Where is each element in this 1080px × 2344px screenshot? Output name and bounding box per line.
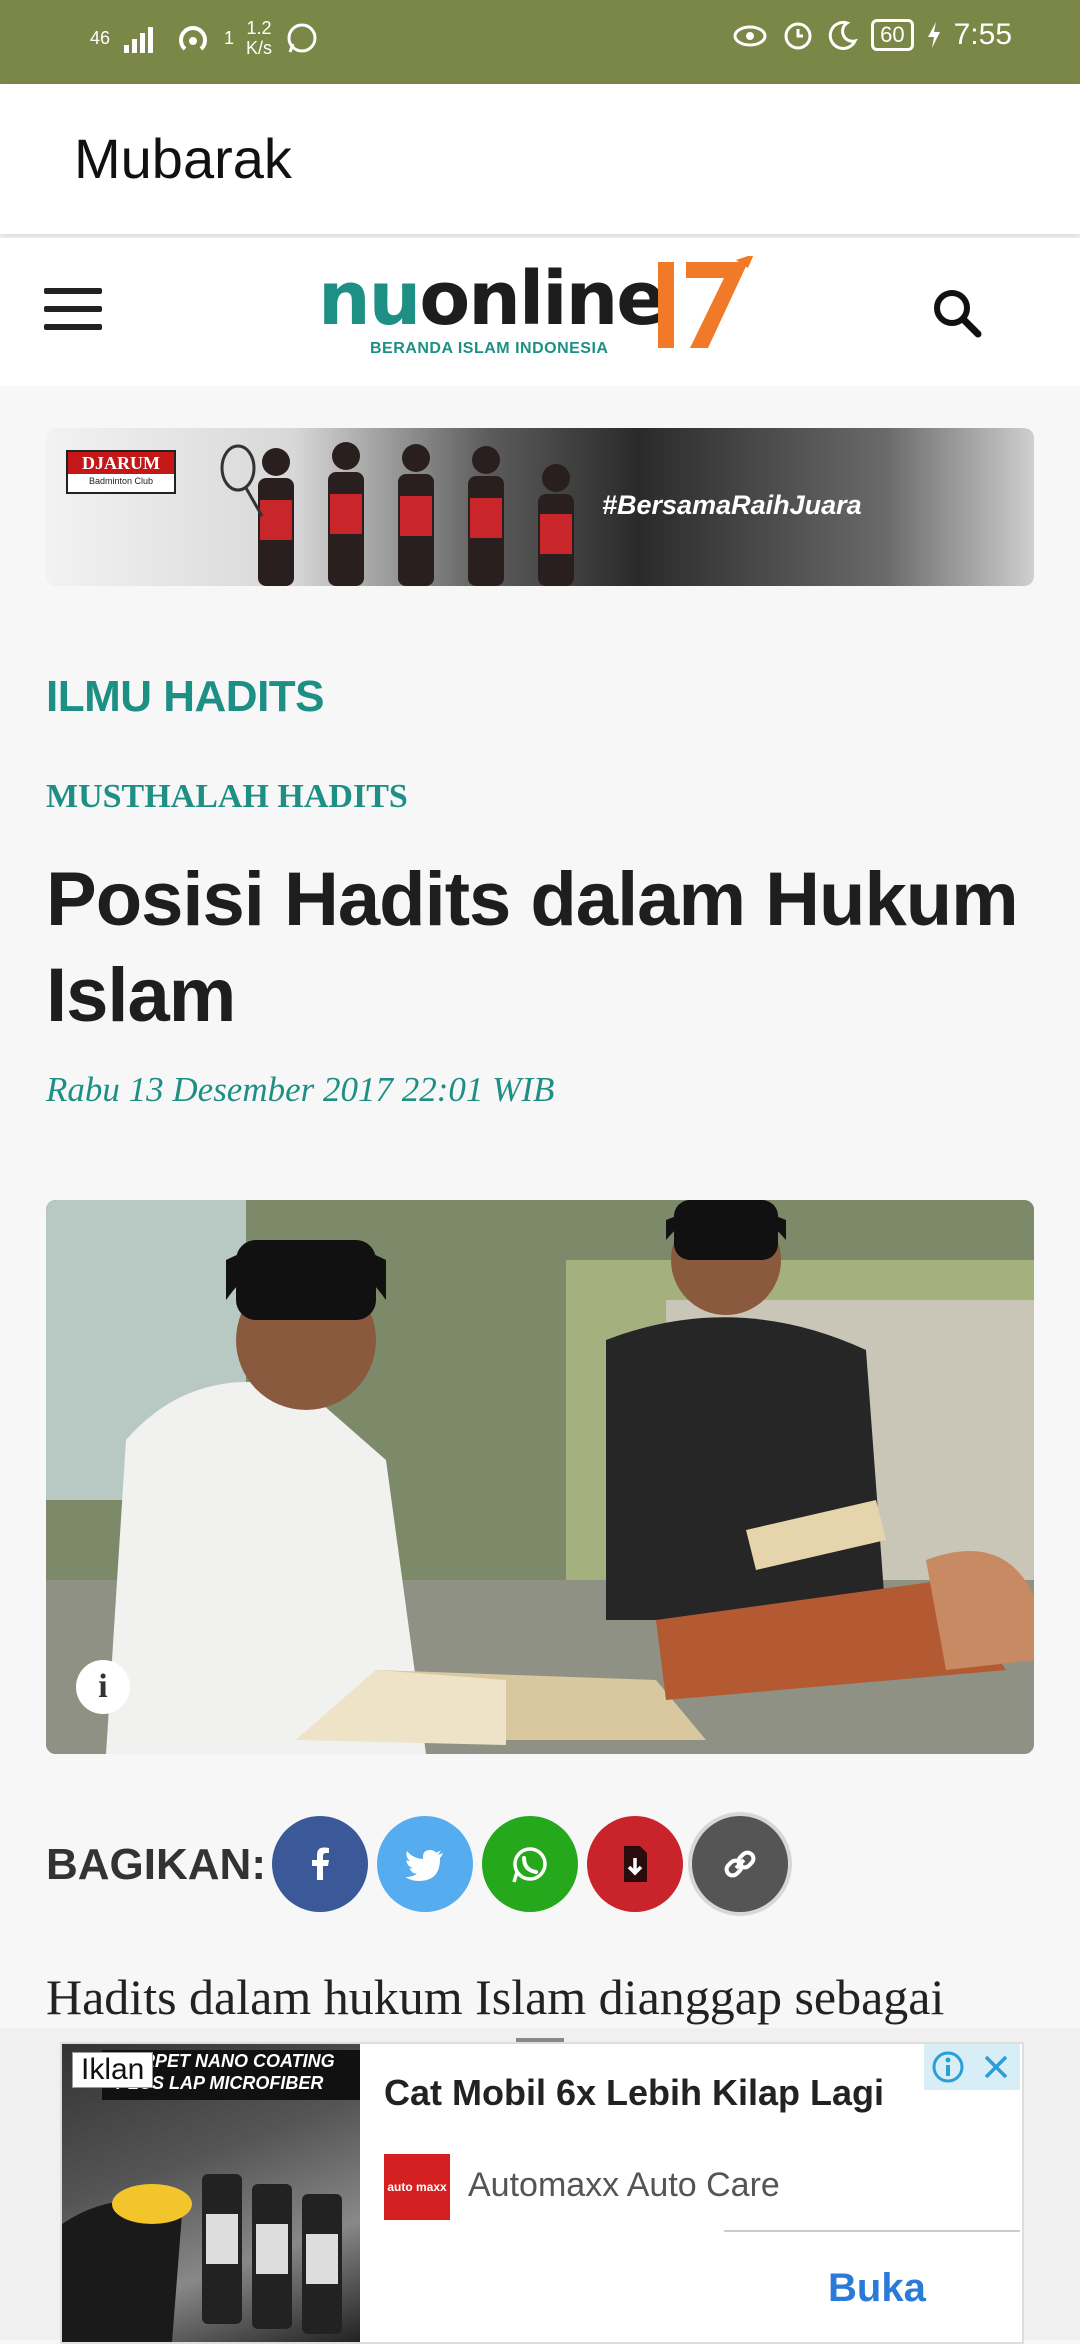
pdf-download-icon [624,1846,647,1882]
santri-writing-photo [46,1200,1034,1754]
eye-comfort-icon [733,25,767,47]
clock: 7:55 [953,18,1012,51]
twitter-icon [405,1850,443,1881]
menu-bar-icon [44,288,102,294]
share-whatsapp-button[interactable] [482,1816,578,1912]
whatsapp-notification-icon [287,23,317,53]
charging-icon [927,22,940,48]
share-facebook-button[interactable] [272,1816,368,1912]
article-category[interactable]: ILMU HADITS [46,672,325,722]
anniversary-17-logo: 17 [658,256,754,348]
banner-hashtag: #BersamaRaihJuara [602,490,862,520]
sponsor-banner[interactable]: DJARUM Badminton Club #BersamaRaihJuara [46,428,1034,586]
ad-brand-logo: auto maxx [384,2154,450,2220]
speed-value: 1.2 [246,18,272,38]
share-twitter-button[interactable] [377,1816,473,1912]
badminton-players-image [220,442,574,586]
article-subcategory[interactable]: MUSTHALAH HADITS [46,778,408,816]
logo-online: online [419,256,666,342]
article-headline: Posisi Hadits dalam Hukum Islam [46,857,1019,1038]
logo-tagline: BERANDA ISLAM INDONESIA [370,340,609,357]
status-bar: 46 1 1.2 K/s 60 7:55 [0,0,1080,84]
sponsor-name: DJARUM [68,452,174,474]
article-body-first-line: Hadits dalam hukum Islam dianggap sebaga… [46,1969,945,2025]
do-not-disturb-moon-icon [828,20,858,50]
search-icon[interactable] [930,286,984,340]
article-photo[interactable]: i [46,1200,1034,1754]
signal-icon [124,27,154,53]
ad-close-icon[interactable] [972,2044,1020,2090]
share-label: BAGIKAN: [46,1840,266,1889]
whatsapp-icon [512,1847,547,1883]
logo-wordmark: nuonline [318,256,667,342]
sponsor-sub: Badminton Club [88,476,154,486]
ad-label: Iklan [72,2052,154,2088]
facebook-icon [312,1847,329,1880]
hotspot-icon [179,26,207,51]
share-pdf-button[interactable] [587,1816,683,1912]
spray-bottles-image [62,2174,342,2342]
alarm-icon [784,22,812,50]
ad-product-image: CARPET NANO COATING PLUS LAP MICROFIBER I… [62,2044,360,2342]
app-title: Mubarak [74,127,292,190]
status-left: 46 1 1.2 K/s [90,18,320,58]
battery-indicator: 60 [871,19,914,51]
ad-brand-name[interactable]: Automaxx Auto Care [468,2166,780,2205]
bottom-ad-card[interactable]: CARPET NANO COATING PLUS LAP MICROFIBER I… [60,2042,1024,2344]
article-date: Rabu 13 Desember 2017 22:01 WIB [46,1070,555,1109]
photo-info-icon[interactable]: i [76,1660,130,1714]
djarum-logo: DJARUM Badminton Club [66,450,176,494]
link-icon [724,1850,756,1878]
ad-open-button[interactable]: Buka [828,2266,926,2311]
status-right: 60 7:55 [731,18,1012,52]
nu-online-logo[interactable]: nuonline BERANDA ISLAM INDONESIA 17 [318,256,768,366]
share-link-button[interactable] [692,1816,788,1912]
hamburger-menu-button[interactable] [44,288,102,330]
site-header: nuonline BERANDA ISLAM INDONESIA 17 [0,238,1080,386]
network-label: 46 [90,28,111,48]
menu-bar-icon [44,324,102,330]
ad-headline[interactable]: Cat Mobil 6x Lebih Kilap Lagi [384,2072,884,2114]
app-title-bar: Mubarak [0,84,1080,234]
logo-nu: nu [318,256,421,342]
ad-info-icon[interactable] [924,2044,972,2090]
speed-unit: K/s [246,38,273,58]
sim-slot-label: 1 [224,28,235,48]
network-speed: 1.2 K/s [246,18,272,58]
ad-divider [724,2230,1020,2232]
menu-bar-icon [44,306,102,312]
